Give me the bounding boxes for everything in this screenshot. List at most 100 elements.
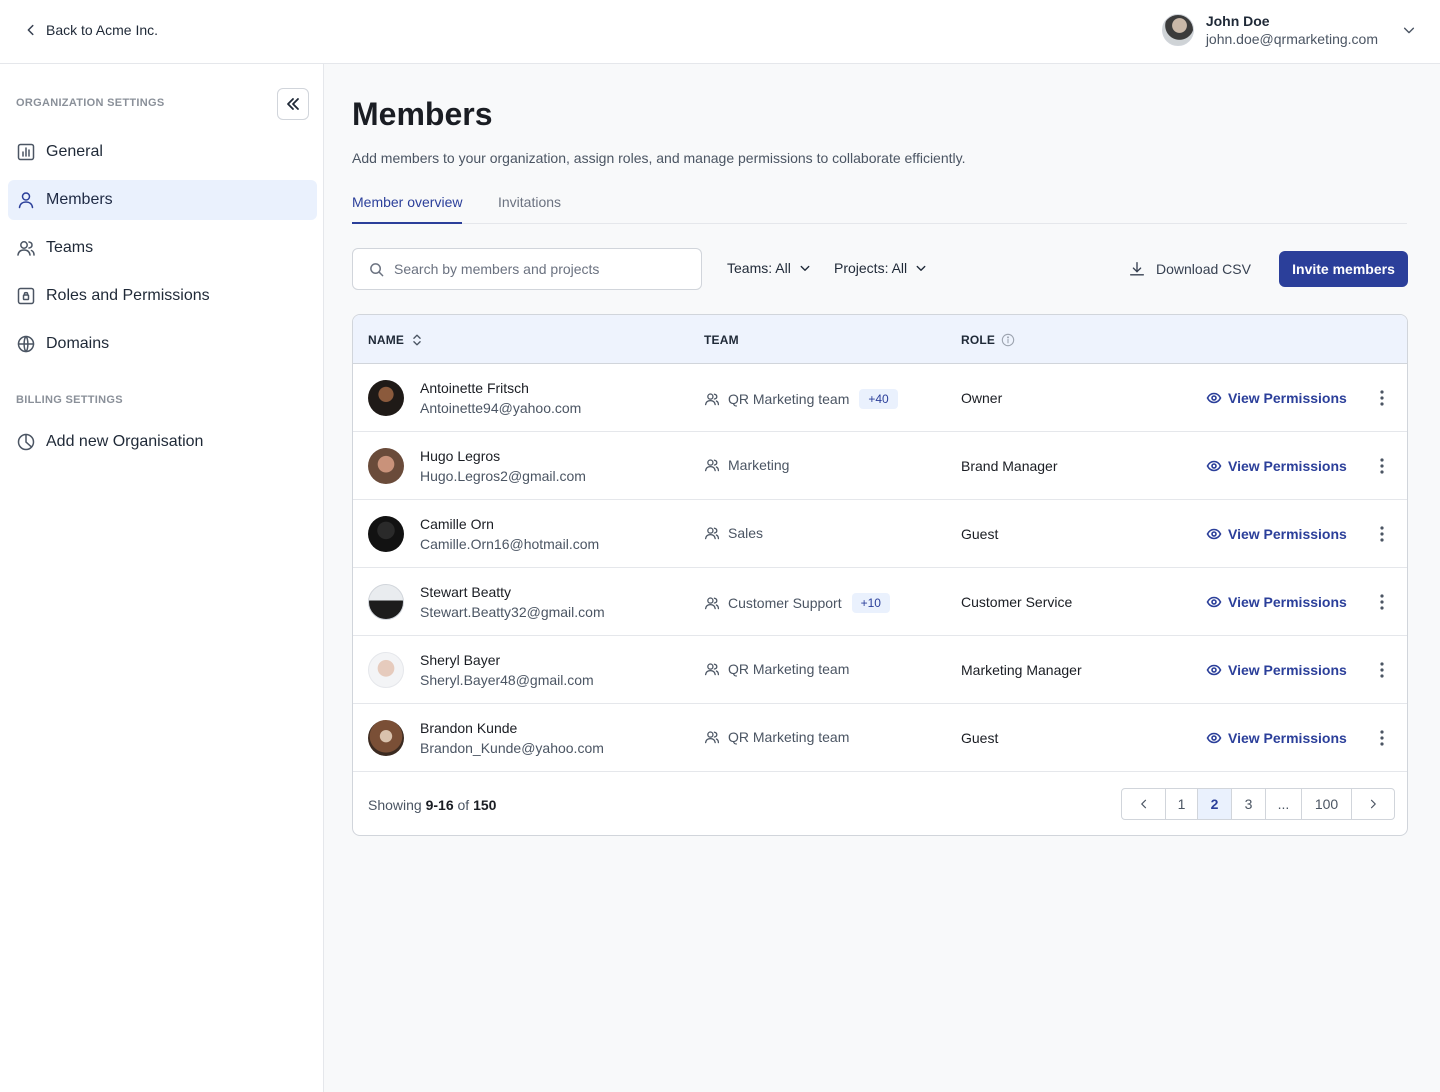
view-permissions-button[interactable]: View Permissions [1206,594,1347,610]
member-role: Brand Manager [961,458,1058,474]
team-count-badge[interactable]: +40 [859,389,898,409]
member-role: Marketing Manager [961,662,1082,678]
table-row: Hugo Legros Hugo.Legros2@gmail.com Marke… [353,432,1407,500]
role-column-header: ROLE [961,333,1015,347]
search-box[interactable] [352,248,702,290]
chevron-left-icon [27,24,34,36]
main-content: Members Add members to your organization… [325,64,1440,1092]
users-icon [704,459,720,472]
sidebar-item-label: General [46,143,103,160]
tab-invitations[interactable]: Invitations [498,194,561,222]
view-permissions-label: View Permissions [1228,390,1347,406]
view-permissions-label: View Permissions [1228,730,1347,746]
avatar [368,380,404,416]
showing-total: 150 [473,797,497,813]
sidebar: ORGANIZATION SETTINGS General Members Te… [0,64,324,1092]
row-menu-button[interactable] [1372,728,1392,748]
row-menu-button[interactable] [1372,524,1392,544]
user-icon [18,192,34,209]
avatar [368,584,404,620]
showing-of: of [457,797,470,813]
view-permissions-button[interactable]: View Permissions [1206,526,1347,542]
row-menu-button[interactable] [1372,456,1392,476]
sidebar-item-label: Add new Organisation [46,433,204,450]
member-name: Brandon Kunde [420,720,518,736]
top-bar: Back to Acme Inc. John Doe john.doe@qrma… [0,0,1440,64]
row-menu-button[interactable] [1372,592,1392,612]
table-row: Brandon Kunde Brandon_Kunde@yahoo.com QR… [353,704,1407,772]
team-name: Customer Support [728,595,842,611]
sidebar-item-label: Domains [46,335,110,352]
avatar [368,652,404,688]
sidebar-item-label: Members [46,191,113,208]
back-link[interactable]: Back to Acme Inc. [24,22,158,38]
member-role: Guest [961,730,999,746]
info-icon[interactable] [1001,333,1015,347]
team-name: Marketing [728,457,790,473]
sidebar-item-roles-and-permissions[interactable]: Roles and Permissions [8,276,317,316]
page-ellipsis: ... [1266,789,1302,819]
page-button[interactable]: 3 [1232,789,1266,819]
sort-icon[interactable] [410,333,424,347]
download-icon [1130,262,1144,276]
showing-prefix: Showing [368,797,422,813]
view-permissions-button[interactable]: View Permissions [1206,730,1347,746]
page-button-current[interactable]: 2 [1198,789,1232,819]
chevron-left-icon [1140,799,1146,809]
prev-page-button[interactable] [1122,789,1166,819]
name-column-header[interactable]: NAME [368,333,424,347]
view-permissions-button[interactable]: View Permissions [1206,458,1347,474]
sidebar-item-domains[interactable]: Domains [8,324,317,364]
page-title: Members [352,96,493,132]
member-name: Sheryl Bayer [420,652,501,668]
more-vertical-icon [1380,662,1384,678]
eye-icon [1206,596,1222,608]
view-permissions-button[interactable]: View Permissions [1206,662,1347,678]
page-button[interactable]: 1 [1166,789,1198,819]
lock-icon [17,287,35,305]
team-count-badge[interactable]: +10 [851,593,890,613]
tab-member-overview[interactable]: Member overview [352,194,463,224]
table-header: NAME TEAM ROLE [353,315,1407,364]
chevron-down-icon[interactable] [1402,23,1416,37]
view-permissions-button[interactable]: View Permissions [1206,390,1347,406]
team-name: QR Marketing team [728,661,850,677]
projects-filter-dropdown[interactable]: Projects: All [834,260,927,276]
users-icon [17,241,35,256]
tab-bar: Member overview Invitations [352,192,1407,224]
page-button[interactable]: 100 [1302,789,1352,819]
team-column-header: TEAM [704,333,739,347]
globe-icon [17,335,35,353]
eye-icon [1206,460,1222,472]
search-icon [370,262,384,276]
row-menu-button[interactable] [1372,388,1392,408]
avatar [368,720,404,756]
table-row: Camille Orn Camille.Orn16@hotmail.com Sa… [353,500,1407,568]
section-label-billing: BILLING SETTINGS [16,394,123,406]
member-team: Marketing [704,457,789,473]
member-role: Owner [961,390,1003,406]
back-link-label: Back to Acme Inc. [46,22,159,38]
row-menu-button[interactable] [1372,660,1392,680]
member-email: Stewart.Beatty32@gmail.com [420,604,605,620]
search-input[interactable] [394,261,684,277]
next-page-button[interactable] [1352,789,1394,819]
table-row: Antoinette Fritsch Antoinette94@yahoo.co… [353,364,1407,432]
pie-chart-icon [17,433,35,451]
sidebar-item-general[interactable]: General [8,132,317,172]
sidebar-item-members[interactable]: Members [8,180,317,220]
user-menu[interactable]: John Doe john.doe@qrmarketing.com [1161,13,1416,47]
download-csv-label: Download CSV [1156,261,1251,277]
members-table: NAME TEAM ROLE Antoinette Fritsch Antoin… [352,314,1408,836]
download-csv-button[interactable]: Download CSV [1128,260,1251,278]
users-icon [704,393,720,406]
teams-filter-dropdown[interactable]: Teams: All [727,260,811,276]
showing-range: 9-16 [425,797,454,813]
sidebar-item-teams[interactable]: Teams [8,228,317,268]
more-vertical-icon [1380,730,1384,746]
collapse-sidebar-button[interactable] [277,88,309,120]
invite-members-button[interactable]: Invite members [1279,251,1408,287]
eye-icon [1206,528,1222,540]
sidebar-item-add-new-organisation[interactable]: Add new Organisation [8,422,317,462]
member-name: Stewart Beatty [420,584,512,600]
